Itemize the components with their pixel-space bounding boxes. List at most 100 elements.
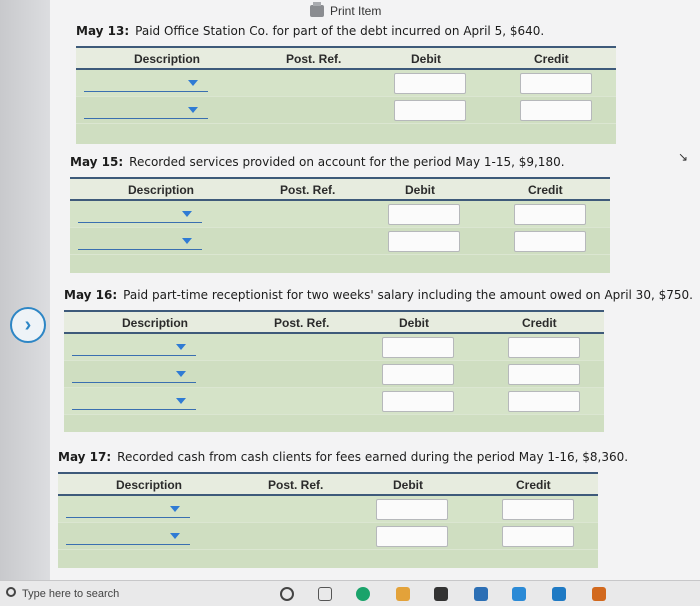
entry-text: Recorded services provided on account fo… (129, 155, 565, 169)
entry-date: May 15: (70, 155, 124, 169)
debit-input[interactable] (376, 526, 448, 547)
table-row (76, 70, 616, 97)
store-icon[interactable] (434, 587, 448, 601)
description-dropdown[interactable] (72, 340, 196, 356)
col-debit: Debit (399, 316, 429, 330)
credit-input[interactable] (508, 391, 580, 412)
credit-input[interactable] (502, 499, 574, 520)
col-credit: Credit (528, 183, 563, 197)
entry-text: Paid Office Station Co. for part of the … (135, 24, 545, 38)
journal-table: Description Post. Ref. Debit Credit (76, 46, 616, 144)
description-dropdown[interactable] (78, 234, 202, 250)
table-row (58, 496, 598, 523)
credit-input[interactable] (520, 100, 592, 121)
debit-input[interactable] (394, 100, 466, 121)
entry-text: Recorded cash from cash clients for fees… (117, 450, 629, 464)
col-post-ref: Post. Ref. (274, 316, 330, 330)
table-row (58, 523, 598, 550)
description-dropdown[interactable] (72, 367, 196, 383)
entry-title: May 13: Paid Office Station Co. for part … (76, 24, 544, 38)
chevron-right-icon: › (24, 313, 32, 336)
table-header: Description Post. Ref. Debit Credit (58, 474, 598, 496)
table-row (64, 361, 604, 388)
print-icon (310, 2, 324, 17)
screen: Print Item May 13: Paid Office Station Co… (0, 0, 700, 580)
description-dropdown[interactable] (84, 103, 208, 119)
debit-input[interactable] (388, 204, 460, 225)
table-row (64, 334, 604, 361)
debit-input[interactable] (394, 73, 466, 94)
debit-input[interactable] (382, 364, 454, 385)
edge-icon[interactable] (356, 587, 370, 601)
print-item-tab[interactable]: Print Item (310, 0, 510, 22)
entry-title: May 17: Recorded cash from cash clients f… (58, 450, 628, 464)
entry-date: May 17: (58, 450, 112, 464)
table-row (64, 388, 604, 415)
credit-input[interactable] (508, 364, 580, 385)
debit-input[interactable] (382, 391, 454, 412)
col-description: Description (134, 52, 201, 66)
table-header: Description Post. Ref. Debit Credit (70, 179, 610, 201)
print-item-label: Print Item (330, 4, 382, 18)
chevron-down-icon (176, 371, 186, 377)
chevron-down-icon (170, 506, 180, 512)
description-dropdown[interactable] (72, 394, 196, 410)
table-row (76, 97, 616, 124)
journal-table: Description Post. Ref. Debit Credit (70, 177, 610, 273)
chevron-down-icon (176, 344, 186, 350)
entry-title: May 16: Paid part-time receptionist for t… (64, 288, 693, 302)
table-header: Description Post. Ref. Debit Credit (76, 48, 616, 70)
chevron-down-icon (170, 533, 180, 539)
content-area: Print Item May 13: Paid Office Station Co… (50, 0, 700, 580)
table-row (70, 228, 610, 255)
credit-input[interactable] (508, 337, 580, 358)
left-rail (0, 0, 50, 580)
col-debit: Debit (393, 478, 423, 492)
debit-input[interactable] (382, 337, 454, 358)
col-post-ref: Post. Ref. (268, 478, 324, 492)
col-description: Description (122, 316, 189, 330)
entry-date: May 16: (64, 288, 118, 302)
entry-text: Paid part-time receptionist for two week… (123, 288, 693, 302)
debit-input[interactable] (376, 499, 448, 520)
entry-date: May 13: (76, 24, 130, 38)
col-credit: Credit (534, 52, 569, 66)
app-icon[interactable] (512, 587, 526, 601)
mail-icon[interactable] (552, 587, 566, 601)
col-description: Description (116, 478, 183, 492)
entry-title: May 15: Recorded services provided on acc… (70, 155, 565, 169)
description-dropdown[interactable] (66, 502, 190, 518)
description-dropdown[interactable] (66, 529, 190, 545)
description-dropdown[interactable] (78, 207, 202, 223)
credit-input[interactable] (514, 231, 586, 252)
col-debit: Debit (411, 52, 441, 66)
mouse-cursor-icon: ↘ (678, 150, 689, 164)
taskbar-search[interactable]: Type here to search (22, 588, 119, 600)
table-row (70, 201, 610, 228)
debit-input[interactable] (388, 231, 460, 252)
next-arrow-button[interactable]: › (10, 307, 46, 343)
col-description: Description (128, 183, 195, 197)
journal-table: Description Post. Ref. Debit Credit (64, 310, 604, 432)
journal-table: Description Post. Ref. Debit Credit (58, 472, 598, 568)
file-explorer-icon[interactable] (396, 587, 410, 601)
chevron-down-icon (176, 398, 186, 404)
browser-icon[interactable] (474, 587, 488, 601)
task-view-icon[interactable] (318, 587, 332, 601)
chevron-down-icon (188, 107, 198, 113)
chevron-down-icon (188, 80, 198, 86)
description-dropdown[interactable] (84, 76, 208, 92)
cortana-icon[interactable] (280, 587, 294, 601)
credit-input[interactable] (520, 73, 592, 94)
app-icon-2[interactable] (592, 587, 606, 601)
col-post-ref: Post. Ref. (286, 52, 342, 66)
col-credit: Credit (522, 316, 557, 330)
taskbar: Type here to search (0, 580, 700, 606)
chevron-down-icon (182, 238, 192, 244)
search-icon (6, 587, 16, 597)
credit-input[interactable] (514, 204, 586, 225)
col-credit: Credit (516, 478, 551, 492)
col-post-ref: Post. Ref. (280, 183, 336, 197)
table-header: Description Post. Ref. Debit Credit (64, 312, 604, 334)
credit-input[interactable] (502, 526, 574, 547)
